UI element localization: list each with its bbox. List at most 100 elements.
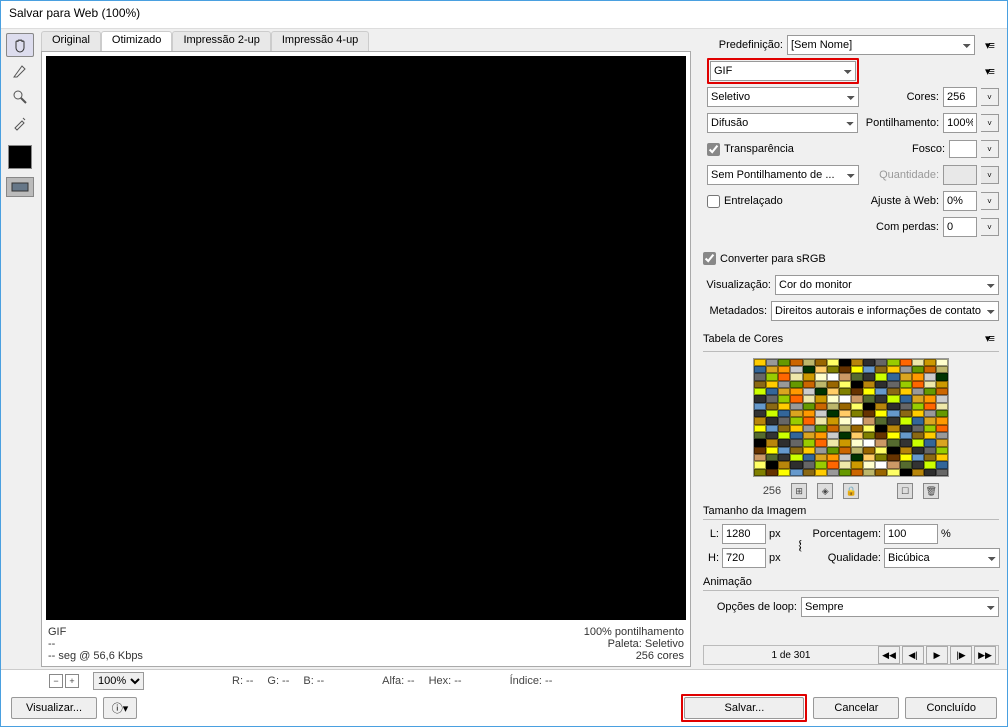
info-format: GIF xyxy=(48,626,143,638)
optimize-menu-icon[interactable]: ▾≡ xyxy=(979,61,999,81)
preview-info: GIF -- -- seg @ 56,6 Kbps 100% pontilham… xyxy=(42,624,690,666)
loop-label: Opções de loop: xyxy=(703,601,797,613)
dither-method-select[interactable]: Difusão xyxy=(707,113,858,133)
width-input[interactable] xyxy=(722,524,766,544)
ct-cube-icon[interactable]: ◈ xyxy=(817,483,833,499)
preview-tabs: Original Otimizado Impressão 2-up Impres… xyxy=(41,31,691,51)
tab-optimized[interactable]: Otimizado xyxy=(101,31,173,51)
px-label-2: px xyxy=(769,552,789,564)
transparency-check[interactable] xyxy=(707,143,720,156)
status-g: G: -- xyxy=(267,675,289,687)
first-frame-button[interactable]: ◀◀ xyxy=(878,646,900,664)
info-palette: Paleta: Seletivo xyxy=(584,638,684,650)
frame-counter: 1 de 301 xyxy=(706,650,876,661)
link-icon[interactable]: 𝄔 xyxy=(792,538,808,555)
matte-label: Fosco: xyxy=(912,143,945,155)
color-table[interactable] xyxy=(753,358,949,477)
next-frame-button[interactable]: |▶ xyxy=(950,646,972,664)
dither-amount-input[interactable] xyxy=(943,113,977,133)
tab-original[interactable]: Original xyxy=(41,31,101,51)
px-label-1: px xyxy=(769,528,789,540)
ct-select-icon[interactable]: ⊞ xyxy=(791,483,807,499)
srgb-label: Converter para sRGB xyxy=(720,253,826,265)
zoom-select[interactable]: 100% xyxy=(93,672,144,690)
hand-tool[interactable] xyxy=(6,33,34,57)
interlace-label: Entrelaçado xyxy=(724,195,783,207)
srgb-check[interactable] xyxy=(703,252,716,265)
window-title: Salvar para Web (100%) xyxy=(1,1,1007,29)
toggle-slices-tool[interactable] xyxy=(6,177,34,197)
lossy-dropdown[interactable]: ˅ xyxy=(981,218,999,236)
info-dither: 100% pontilhamento xyxy=(584,626,684,638)
reduction-select[interactable]: Seletivo xyxy=(707,87,859,107)
percent-label: Porcentagem: xyxy=(811,528,881,540)
preset-label: Predefinição: xyxy=(703,39,783,51)
preview-button[interactable]: Visualizar... xyxy=(11,697,97,719)
preset-select[interactable]: [Sem Nome] xyxy=(787,35,975,55)
tab-4up[interactable]: Impressão 4-up xyxy=(271,31,369,51)
preview-canvas[interactable] xyxy=(46,56,686,620)
ct-new-icon[interactable]: ☐ xyxy=(897,483,913,499)
width-label: L: xyxy=(703,528,719,540)
done-button[interactable]: Concluído xyxy=(905,697,997,719)
matte-dropdown[interactable]: ˅ xyxy=(981,140,999,158)
info-size: -- xyxy=(48,638,143,650)
save-button[interactable]: Salvar... xyxy=(684,697,804,719)
quantity-label: Quantidade: xyxy=(879,169,939,181)
status-r: R: -- xyxy=(232,675,253,687)
prev-frame-button[interactable]: ◀| xyxy=(902,646,924,664)
interlace-check[interactable] xyxy=(707,195,720,208)
zoom-in-button[interactable]: + xyxy=(65,674,79,688)
matte-swatch[interactable] xyxy=(949,140,977,158)
foreground-color-swatch[interactable] xyxy=(8,145,32,169)
quality-label: Qualidade: xyxy=(811,552,881,564)
last-frame-button[interactable]: ▶▶ xyxy=(974,646,996,664)
cancel-button[interactable]: Cancelar xyxy=(813,697,899,719)
colors-input[interactable] xyxy=(943,87,977,107)
websnap-dropdown[interactable]: ˅ xyxy=(981,192,999,210)
visualization-select[interactable]: Cor do monitor xyxy=(775,275,999,295)
tool-palette xyxy=(1,29,39,669)
preset-menu-icon[interactable]: ▾≡ xyxy=(979,35,999,55)
tab-2up[interactable]: Impressão 2-up xyxy=(172,31,270,51)
dither-dropdown[interactable]: ˅ xyxy=(981,114,999,132)
browser-preview-button[interactable]: ⓘ▾ xyxy=(103,697,137,719)
websnap-input[interactable] xyxy=(943,191,977,211)
loop-select[interactable]: Sempre xyxy=(801,597,999,617)
quantity-dropdown: ˅ xyxy=(981,166,999,184)
preview-area: GIF -- -- seg @ 56,6 Kbps 100% pontilham… xyxy=(41,51,691,667)
info-colors: 256 cores xyxy=(584,650,684,662)
lossy-label: Com perdas: xyxy=(876,221,939,233)
play-button[interactable]: ▶ xyxy=(926,646,948,664)
status-bar: −+ 100% R: -- G: -- B: -- Alfa: -- Hex: … xyxy=(1,670,1007,692)
ct-trash-icon[interactable]: 🗑 xyxy=(923,483,939,499)
percent-sym: % xyxy=(941,528,985,540)
dither-amount-label: Pontilhamento: xyxy=(866,117,939,129)
color-count: 256 xyxy=(763,485,781,497)
zoom-out-button[interactable]: − xyxy=(49,674,63,688)
height-label: H: xyxy=(703,552,719,564)
status-alpha: Alfa: -- xyxy=(382,675,414,687)
ct-lock-icon[interactable]: 🔒 xyxy=(843,483,859,499)
status-index: Índice: -- xyxy=(510,675,553,687)
websnap-label: Ajuste à Web: xyxy=(871,195,939,207)
metadata-select[interactable]: Direitos autorais e informações de conta… xyxy=(771,301,999,321)
status-hex: Hex: -- xyxy=(429,675,462,687)
animation-title: Animação xyxy=(703,576,752,588)
slice-tool[interactable] xyxy=(6,59,34,83)
format-highlight: GIF xyxy=(707,58,859,84)
animation-controls: 1 de 301 ◀◀ ◀| ▶ |▶ ▶▶ xyxy=(703,645,999,665)
color-table-menu-icon[interactable]: ▾≡ xyxy=(979,329,999,349)
transparency-dither-select[interactable]: Sem Pontilhamento de ... xyxy=(707,165,859,185)
zoom-tool[interactable] xyxy=(6,85,34,109)
settings-panel: Predefinição: [Sem Nome] ▾≡ GIF ▾≡ Selet… xyxy=(699,29,1007,669)
lossy-input[interactable] xyxy=(943,217,977,237)
visualization-label: Visualização: xyxy=(703,279,771,291)
percent-input[interactable] xyxy=(884,524,938,544)
colors-label: Cores: xyxy=(907,91,939,103)
colors-dropdown[interactable]: ˅ xyxy=(981,88,999,106)
height-input[interactable] xyxy=(722,548,766,568)
format-select[interactable]: GIF xyxy=(710,61,856,81)
quality-select[interactable]: Bicúbica xyxy=(884,548,1000,568)
eyedropper-tool[interactable] xyxy=(6,111,34,135)
